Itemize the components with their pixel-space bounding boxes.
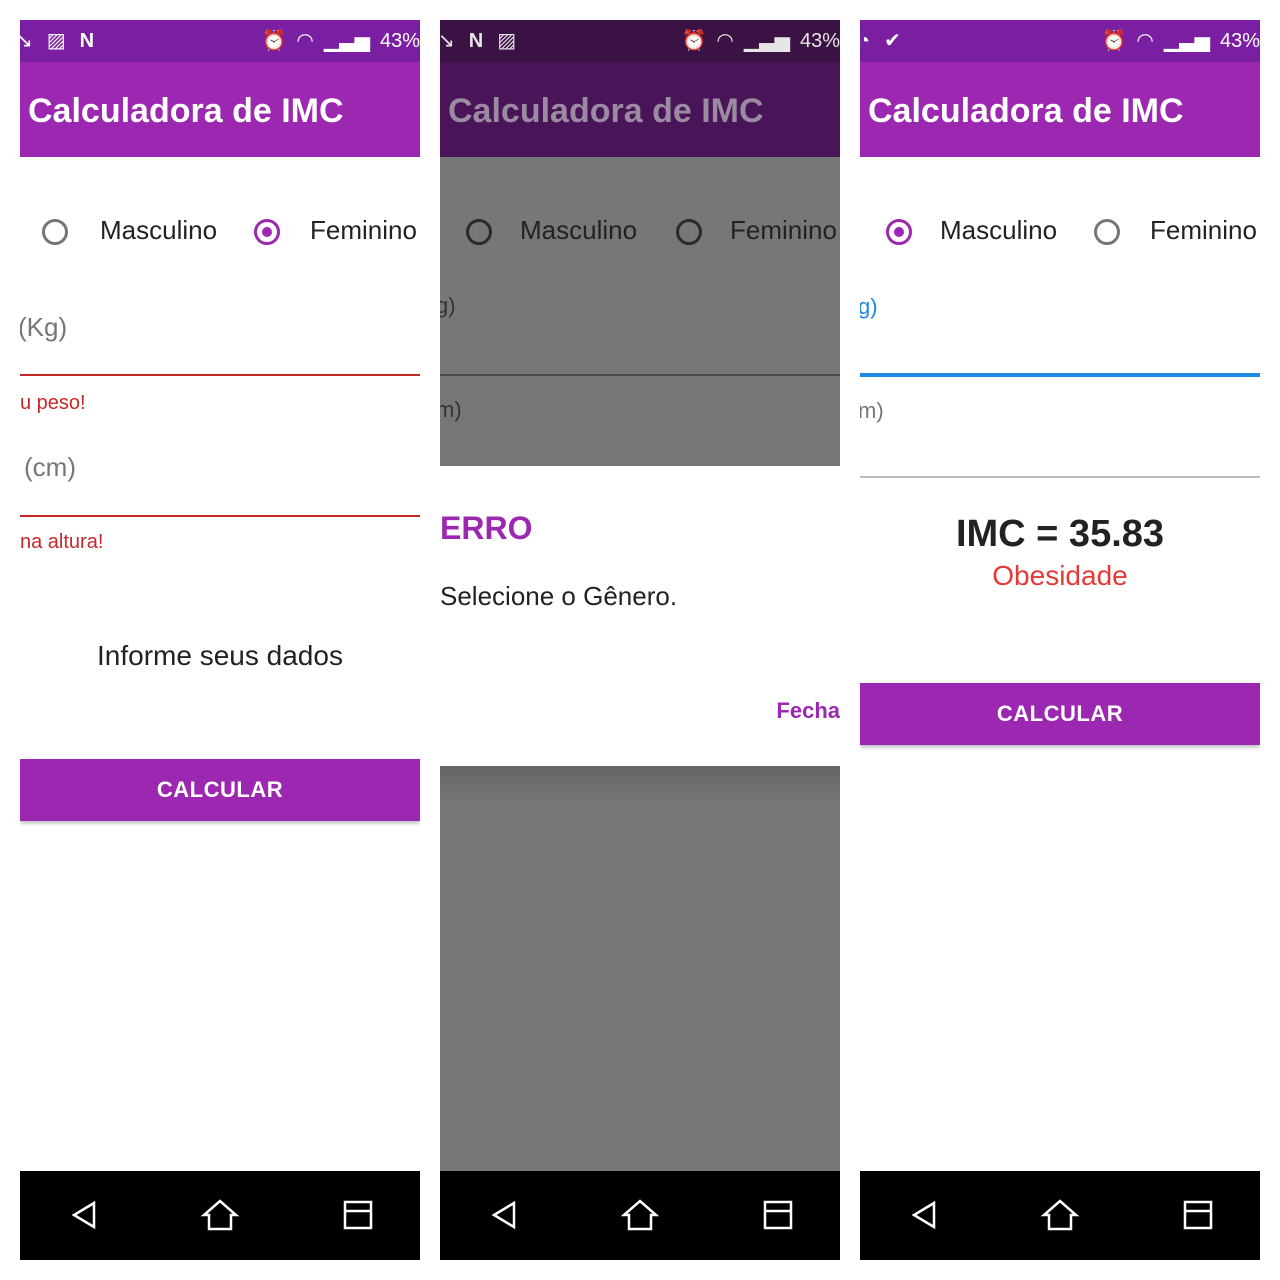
app-bar: Calculadora de IMC	[440, 62, 840, 157]
missed-call-icon: ↘	[440, 30, 455, 52]
radio-male-label[interactable]: Masculino	[940, 215, 1057, 246]
screen-error-dialog: ↘ N ▨ ⏰ ◠ ▁▃▅ 43% Calculadora de IMC Mas…	[440, 20, 840, 1260]
alarm-icon: ⏰	[681, 30, 707, 52]
signal-icon: ▁▃▅	[323, 30, 370, 52]
radio-female	[676, 219, 702, 245]
alarm-icon: ⏰	[261, 30, 287, 52]
recents-icon[interactable]	[1176, 1193, 1220, 1237]
app-title: Calculadora de IMC	[868, 92, 1184, 130]
weight-underline	[860, 373, 1260, 377]
back-icon[interactable]	[62, 1193, 106, 1237]
clock-icon: ◔	[860, 30, 871, 52]
recents-icon[interactable]	[756, 1193, 800, 1237]
height-underline	[860, 476, 1260, 478]
height-error: na altura!	[20, 531, 104, 553]
radio-female-label[interactable]: Feminino	[310, 215, 417, 246]
info-text: Informe seus dados	[97, 640, 343, 671]
battery-level: 43%	[799, 30, 840, 52]
check-icon: ✔	[884, 30, 901, 52]
height-underline	[20, 515, 420, 517]
imc-result: IMC = 35.83	[955, 513, 1165, 555]
gender-radio-group: Masculino Feminino	[20, 215, 420, 255]
home-icon[interactable]	[618, 1193, 662, 1237]
wifi-icon: ◠	[1136, 30, 1154, 52]
app-bar: Calculadora de IMC	[860, 62, 1260, 157]
radio-male	[466, 219, 492, 245]
nav-bar	[20, 1171, 420, 1260]
app-title: Calculadora de IMC	[28, 92, 344, 130]
signal-icon: ▁▃▅	[1163, 30, 1210, 52]
n-icon: N	[79, 30, 95, 52]
weight-input: g)	[440, 293, 456, 318]
image-icon: ▨	[46, 30, 66, 52]
weight-input[interactable]: (Kg)	[20, 312, 67, 343]
home-icon[interactable]	[1038, 1193, 1082, 1237]
weight-underline	[20, 374, 420, 376]
screen-validation-errors: ↘ ▨ N ⏰ ◠ ▁▃▅ 43% Calculadora de IMC Mas…	[20, 20, 420, 1260]
gender-radio-group: Masculino Feminino	[860, 215, 1260, 255]
missed-call-icon: ↘	[20, 30, 33, 52]
dialog-message: Selecione o Gênero.	[440, 581, 678, 611]
recents-icon[interactable]	[336, 1193, 380, 1237]
radio-female[interactable]	[254, 219, 280, 245]
home-icon[interactable]	[198, 1193, 242, 1237]
calcular-button[interactable]: CALCULAR	[860, 683, 1260, 745]
app-bar: Calculadora de IMC	[20, 62, 420, 157]
radio-female-label: Feminino	[730, 215, 837, 245]
radio-male-label: Masculino	[520, 215, 638, 245]
status-bar: ↘ N ▨ ⏰ ◠ ▁▃▅ 43%	[440, 20, 840, 62]
weight-underline	[440, 374, 840, 376]
status-bar: ↘ ▨ N ⏰ ◠ ▁▃▅ 43%	[20, 20, 420, 62]
back-icon[interactable]	[902, 1193, 946, 1237]
alarm-icon: ⏰	[1101, 30, 1127, 52]
dialog-title: ERRO	[440, 510, 533, 546]
screen-result: ◔ ✔ ⏰ ◠ ▁▃▅ 43% Calculadora de IMC Mascu…	[860, 20, 1260, 1260]
battery-level: 43%	[379, 30, 420, 52]
calcular-button[interactable]: CALCULAR	[20, 759, 420, 821]
weight-error: u peso!	[20, 392, 86, 414]
radio-female[interactable]	[1094, 219, 1120, 245]
height-input[interactable]: (cm)	[24, 452, 76, 483]
error-dialog: ERRO Selecione o Gênero. Fecha	[440, 466, 840, 766]
height-input[interactable]: m)	[860, 398, 884, 424]
dimmed-content: Masculino Feminino g) m)	[440, 157, 840, 466]
nav-bar	[440, 1171, 840, 1260]
radio-female-label[interactable]: Feminino	[1150, 215, 1257, 246]
battery-level: 43%	[1219, 30, 1260, 52]
nav-bar	[860, 1171, 1260, 1260]
gender-radio-group: Masculino Feminino	[440, 215, 840, 255]
dimmed-content-bottom	[440, 766, 840, 1171]
radio-male-label[interactable]: Masculino	[100, 215, 217, 246]
n-icon: N	[468, 30, 484, 52]
app-title: Calculadora de IMC	[448, 92, 764, 130]
radio-male[interactable]	[42, 219, 68, 245]
height-input: m)	[440, 397, 462, 422]
radio-male[interactable]	[886, 219, 912, 245]
dialog-close-button[interactable]: Fecha	[776, 698, 840, 724]
imc-classification: Obesidade	[992, 560, 1128, 591]
wifi-icon: ◠	[716, 30, 734, 52]
status-bar: ◔ ✔ ⏰ ◠ ▁▃▅ 43%	[860, 20, 1260, 62]
back-icon[interactable]	[482, 1193, 526, 1237]
wifi-icon: ◠	[296, 30, 314, 52]
weight-input[interactable]: g)	[860, 294, 878, 320]
image-icon: ▨	[497, 30, 517, 52]
signal-icon: ▁▃▅	[743, 30, 790, 52]
